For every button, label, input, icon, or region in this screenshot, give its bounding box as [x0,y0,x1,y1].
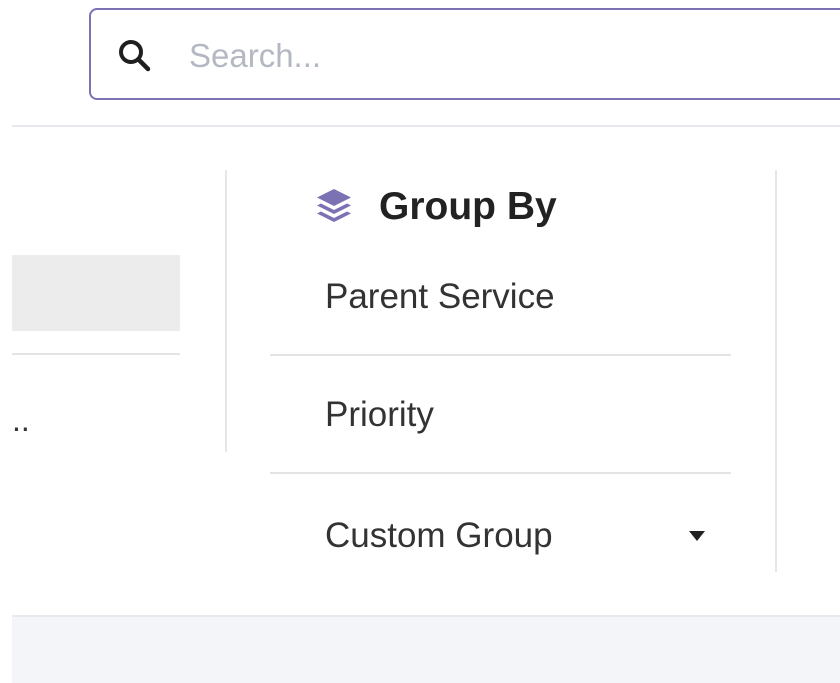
search-icon [119,40,151,72]
search-box[interactable] [89,8,840,100]
group-by-option-priority[interactable]: Priority [270,356,731,474]
header-divider [12,125,840,127]
group-by-option-parent-service[interactable]: Parent Service [270,238,731,356]
left-column-divider [12,353,180,355]
group-by-option-label: Parent Service [325,277,555,316]
caret-down-icon[interactable] [688,530,706,542]
group-by-option-label: Custom Group [325,516,553,555]
left-column-selected-row[interactable] [12,255,180,331]
bottom-bar [12,615,840,683]
group-by-title: Group By [379,185,557,228]
layers-icon [317,189,351,222]
option-divider [270,472,731,474]
search-input[interactable] [189,28,829,84]
group-by-option-custom-group[interactable]: Custom Group [270,477,731,595]
left-column-truncated-text: .. [12,402,30,438]
column-separator [225,170,227,452]
group-by-header: Group By [313,184,557,230]
group-by-option-label: Priority [325,395,434,434]
column-separator [775,170,777,572]
